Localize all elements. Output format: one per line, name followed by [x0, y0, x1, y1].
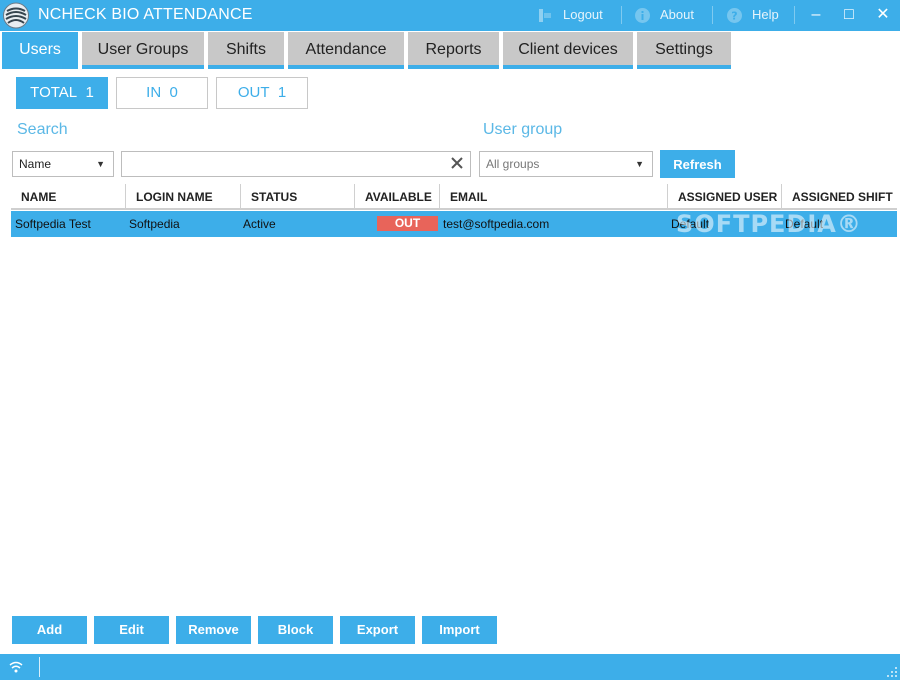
- logout-button[interactable]: Logout: [563, 7, 603, 22]
- edit-button[interactable]: Edit: [94, 616, 169, 644]
- filter-total-count: 1: [85, 84, 94, 101]
- about-icon[interactable]: [634, 7, 651, 24]
- help-icon[interactable]: ?: [726, 7, 743, 24]
- filter-total-label: TOTAL: [30, 84, 78, 101]
- tab-client-devices[interactable]: Client devices: [503, 32, 633, 69]
- filter-in-toggle[interactable]: IN 0: [116, 77, 208, 109]
- app-title: NCHECK BIO ATTENDANCE: [38, 6, 253, 23]
- cell-email: test@softpedia.com: [443, 217, 550, 231]
- separator: [712, 6, 713, 24]
- tab-reports[interactable]: Reports: [408, 32, 499, 69]
- resize-grip-icon[interactable]: [886, 666, 898, 678]
- add-button[interactable]: Add: [12, 616, 87, 644]
- chevron-down-icon: ▼: [96, 159, 105, 169]
- column-header-assigned-user[interactable]: ASSIGNED USER: [667, 184, 781, 210]
- tab-shifts[interactable]: Shifts: [208, 32, 284, 69]
- column-header-assigned-shift[interactable]: ASSIGNED SHIFT: [781, 184, 897, 210]
- cell-status: Active: [243, 217, 276, 231]
- search-field-value: Name: [19, 157, 52, 171]
- refresh-button[interactable]: Refresh: [660, 150, 735, 178]
- clear-icon[interactable]: [450, 156, 464, 170]
- filter-out-count: 1: [277, 84, 287, 101]
- maximize-button[interactable]: □: [838, 4, 860, 26]
- tab-user-groups[interactable]: User Groups: [82, 32, 204, 69]
- tab-users[interactable]: Users: [2, 32, 78, 69]
- app-logo-icon: [3, 2, 29, 29]
- column-header-status[interactable]: STATUS: [240, 184, 354, 210]
- watermark: SOFTPEDIA®: [676, 210, 862, 238]
- search-input-box[interactable]: [121, 151, 471, 177]
- separator: [39, 657, 40, 677]
- filter-in-count: 0: [169, 84, 178, 101]
- users-table-header: NAME LOGIN NAME STATUS AVAILABLE EMAIL A…: [11, 184, 897, 210]
- separator: [794, 6, 795, 24]
- svg-text:?: ?: [731, 10, 737, 23]
- search-field-select[interactable]: Name ▼: [12, 151, 114, 177]
- user-group-label: User group: [483, 121, 563, 138]
- export-button[interactable]: Export: [340, 616, 415, 644]
- column-header-name[interactable]: NAME: [11, 184, 125, 210]
- title-bar: NCHECK BIO ATTENDANCE Logout About ? Hel…: [0, 0, 900, 31]
- tab-attendance[interactable]: Attendance: [288, 32, 404, 69]
- minimize-button[interactable]: –: [805, 4, 827, 26]
- filter-in-label: IN: [146, 84, 162, 101]
- filter-out-toggle[interactable]: OUT 1: [216, 77, 308, 109]
- main-tabs: Users User Groups Shifts Attendance Repo…: [0, 31, 900, 71]
- block-button[interactable]: Block: [258, 616, 333, 644]
- wifi-icon: [9, 661, 23, 673]
- cell-name: Softpedia Test: [15, 217, 91, 231]
- about-button[interactable]: About: [660, 7, 694, 22]
- filter-out-label: OUT: [237, 84, 270, 101]
- help-button[interactable]: Help: [752, 7, 779, 22]
- availability-out-badge: OUT: [377, 216, 438, 231]
- column-header-available[interactable]: AVAILABLE: [354, 184, 439, 210]
- close-button[interactable]: ✕: [872, 4, 894, 26]
- search-input[interactable]: [122, 152, 442, 176]
- column-header-email[interactable]: EMAIL: [439, 184, 667, 210]
- chevron-down-icon: ▼: [635, 159, 644, 169]
- user-group-select[interactable]: All groups ▼: [479, 151, 653, 177]
- tab-settings[interactable]: Settings: [637, 32, 731, 69]
- status-bar: [0, 654, 900, 680]
- cell-login-name: Softpedia: [129, 217, 180, 231]
- filter-total-toggle[interactable]: TOTAL 1: [16, 77, 108, 109]
- column-header-login-name[interactable]: LOGIN NAME: [125, 184, 240, 210]
- user-group-value: All groups: [486, 157, 540, 171]
- remove-button[interactable]: Remove: [176, 616, 251, 644]
- import-button[interactable]: Import: [422, 616, 497, 644]
- logout-icon[interactable]: [537, 7, 554, 24]
- separator: [621, 6, 622, 24]
- search-label: Search: [17, 121, 68, 138]
